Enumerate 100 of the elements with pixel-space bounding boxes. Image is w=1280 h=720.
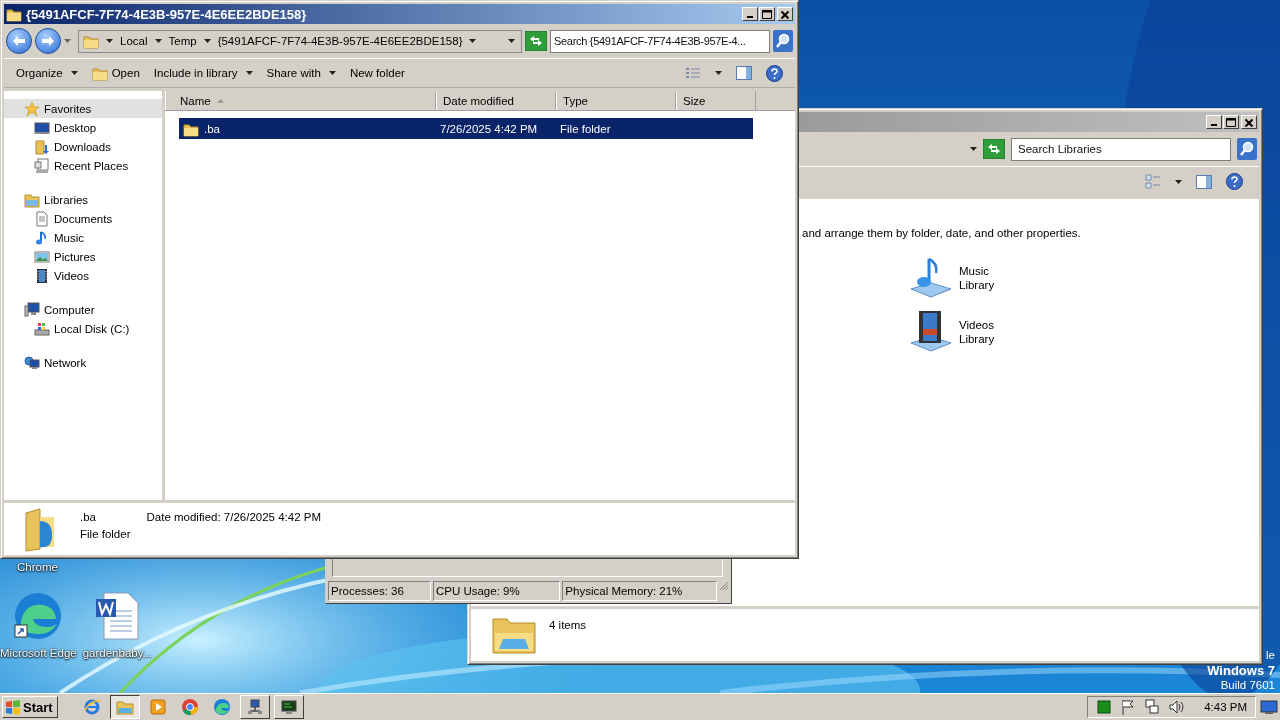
toolbar-button[interactable]: Share with <box>260 64 342 82</box>
edge-logo-icon <box>212 698 231 716</box>
forward-button[interactable] <box>35 28 61 54</box>
breadcrumb[interactable]: {5491AFCF-7F74-4E3B-957E-4E6EE2BDE158} <box>217 35 463 47</box>
clock[interactable]: 4:43 PM <box>1204 701 1247 713</box>
column-header[interactable]: Name <box>165 91 436 110</box>
star-icon <box>24 100 40 117</box>
nav-item[interactable]: Libraries <box>4 190 162 209</box>
preview-pane-icon[interactable] <box>1196 174 1212 189</box>
search-button[interactable] <box>773 30 793 52</box>
nav-item[interactable]: Local Disk (C:) <box>4 319 162 338</box>
address-bar[interactable]: Local Temp {5491AFCF-7F74-4E3B-957E-4E6EE2BDE158} <box>78 29 522 53</box>
preview-pane-icon[interactable] <box>736 66 752 80</box>
system-text: le <box>1266 648 1275 663</box>
nav-item[interactable]: Network <box>4 353 162 372</box>
breadcrumb[interactable]: Local <box>120 35 148 47</box>
close-icon <box>1244 117 1254 127</box>
recent-places-icon <box>34 157 50 174</box>
search-field[interactable]: Search Libraries <box>1011 137 1231 161</box>
nav-item[interactable]: Downloads <box>4 137 162 156</box>
caret-icon <box>245 71 253 75</box>
column-header[interactable]: Type <box>556 91 676 110</box>
help-icon[interactable] <box>1226 173 1243 190</box>
network-icon[interactable] <box>1144 699 1161 715</box>
file-type: File folder <box>80 528 131 540</box>
monitor-icon <box>34 119 50 136</box>
caret-icon <box>106 39 113 43</box>
status-indicator-icon[interactable] <box>1096 699 1113 715</box>
maximize-icon <box>1226 117 1236 127</box>
caret-icon <box>1175 179 1182 184</box>
nav-item[interactable]: Pictures <box>4 247 162 266</box>
chrome-logo-icon <box>180 698 199 716</box>
taskbar-button[interactable] <box>109 695 140 719</box>
folder-icon <box>83 33 99 49</box>
status-text: CPU Usage: 9% <box>432 581 561 601</box>
recent-pages-caret-icon[interactable] <box>64 39 71 43</box>
nav-item[interactable]: Recent Places <box>4 156 162 175</box>
edge-logo-icon <box>13 591 64 641</box>
network-icon <box>24 354 40 371</box>
show-desktop-icon[interactable] <box>1260 699 1278 715</box>
file-row[interactable]: .ba 7/26/2025 4:42 PM File folder <box>179 118 753 139</box>
maximize-button[interactable] <box>759 7 775 21</box>
computer-icon <box>24 301 40 318</box>
description-text: and arrange them by folder, date, and other properties. <box>802 227 1082 239</box>
maximize-icon <box>762 9 772 19</box>
caret-icon <box>328 71 336 75</box>
caret-icon <box>508 39 515 43</box>
system-text: Windows 7 <box>1207 663 1275 678</box>
folder-icon <box>91 65 108 81</box>
nav-item[interactable]: Music <box>4 228 162 247</box>
maximize-button[interactable] <box>1223 115 1239 129</box>
picture-frame-icon <box>34 248 50 265</box>
minimize-button[interactable] <box>1206 115 1222 129</box>
close-button[interactable] <box>1241 115 1257 129</box>
caret-icon <box>469 39 477 43</box>
forward-arrow-icon <box>41 35 55 47</box>
file-name: .ba <box>80 511 97 523</box>
library-item[interactable]: Music Library <box>905 255 1259 301</box>
status-text: Processes: 36 <box>328 581 431 601</box>
nav-item[interactable]: Documents <box>4 209 162 228</box>
refresh-button[interactable] <box>983 139 1005 159</box>
nav-item[interactable]: Desktop <box>4 118 162 137</box>
column-header[interactable]: Size <box>676 91 756 110</box>
toolbar-button[interactable]: Open <box>85 62 146 84</box>
library-item[interactable]: Videos Library <box>905 309 1259 355</box>
volume-icon[interactable] <box>1168 699 1185 715</box>
toolbar-button[interactable]: Organize <box>10 64 84 82</box>
nav-item[interactable]: Videos <box>4 266 162 285</box>
start-button[interactable]: Start <box>2 696 58 718</box>
file-name-text: .ba <box>204 122 220 135</box>
window-title: {5491AFCF-7F74-4E3B-957E-4E6EE2BDE158} <box>26 6 308 22</box>
network-tool-icon <box>245 698 264 716</box>
breadcrumb[interactable]: Temp <box>168 35 197 47</box>
back-button[interactable] <box>6 28 32 54</box>
sort-arrow-icon <box>216 98 224 103</box>
column-header[interactable]: Date modified <box>436 91 556 110</box>
back-arrow-icon <box>12 35 26 47</box>
nav-item[interactable]: Computer <box>4 300 162 319</box>
folder-icon <box>115 698 134 716</box>
search-field[interactable]: Search {5491AFCF-7F74-4E3B-957E-4... <box>550 29 770 53</box>
search-button[interactable] <box>1237 138 1257 160</box>
nav-item[interactable]: Favorites <box>4 99 162 118</box>
windows-flag-icon <box>5 699 21 715</box>
drive-icon <box>34 320 50 337</box>
folder-icon <box>6 6 22 22</box>
close-icon <box>780 9 790 19</box>
monitor-icon <box>279 698 298 716</box>
internet-explorer-icon <box>82 698 101 716</box>
date-modified: Date modified: 7/26/2025 4:42 PM <box>146 511 322 523</box>
refresh-button[interactable] <box>525 31 547 51</box>
close-button[interactable] <box>777 7 793 21</box>
toolbar-button[interactable]: Include in library <box>147 64 259 82</box>
minimize-button[interactable] <box>742 7 758 21</box>
toolbar-button[interactable]: New folder <box>343 64 411 82</box>
help-icon[interactable] <box>766 64 783 82</box>
table-cell-text: 7/26/2025 4:42 PM <box>439 122 539 135</box>
media-player-icon <box>148 698 167 716</box>
film-strip-icon <box>34 267 50 284</box>
status-text: Physical Memory: 21% <box>562 581 718 601</box>
minimize-icon <box>747 16 753 18</box>
